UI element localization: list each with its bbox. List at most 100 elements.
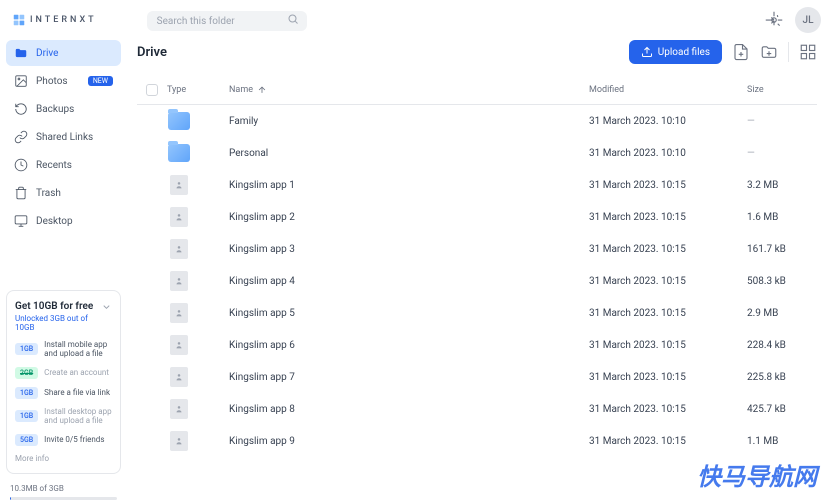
table-row[interactable]: Kingslim app 331 March 2023. 10:15161.7 … [137, 233, 817, 265]
promo-header: Get 10GB for free Unlocked 3GB out of 10… [15, 301, 112, 332]
promo-title: Get 10GB for free [15, 301, 101, 312]
task-badge: 1GB [15, 387, 38, 399]
row-size: 508.3 kB [747, 276, 817, 287]
action-bar: Upload files [629, 40, 817, 64]
row-name: Kingslim app 6 [229, 340, 589, 351]
grid-view-icon[interactable] [799, 43, 817, 61]
row-type [167, 207, 229, 227]
nav-label: Drive [36, 48, 58, 59]
table-header: Type Name Modified Size [137, 76, 817, 105]
task-text: Install desktop app and upload a file [44, 407, 112, 426]
file-icon [170, 271, 188, 291]
search-container [147, 9, 307, 32]
upload-label: Upload files [658, 47, 710, 58]
nav-label: Recents [36, 160, 72, 171]
col-size-header[interactable]: Size [747, 85, 817, 95]
file-icon [170, 399, 188, 419]
table-row[interactable]: Family31 March 2023. 10:10— [137, 105, 817, 137]
table-row[interactable]: Kingslim app 231 March 2023. 10:151.6 MB [137, 201, 817, 233]
page-title: Drive [137, 45, 167, 60]
task-text: Create an account [44, 368, 109, 378]
row-type [167, 111, 229, 131]
photo-icon [14, 74, 28, 88]
row-modified: 31 March 2023. 10:15 [589, 276, 747, 287]
task-item: 1GB Install mobile app and upload a file [15, 340, 112, 359]
file-icon [170, 367, 188, 387]
folder-icon [168, 144, 190, 162]
sidebar: Drive Photos NEW Backups Shared Links Re… [0, 40, 127, 500]
file-icon [170, 431, 188, 451]
task-badge: 5GB [15, 434, 38, 446]
trash-icon [14, 186, 28, 200]
row-name: Kingslim app 3 [229, 244, 589, 255]
task-item: 1GB Install desktop app and upload a fil… [15, 407, 112, 426]
table-row[interactable]: Kingslim app 431 March 2023. 10:15508.3 … [137, 265, 817, 297]
select-all-checkbox[interactable] [146, 84, 158, 96]
new-folder-icon[interactable] [760, 43, 778, 61]
table-row[interactable]: Kingslim app 731 March 2023. 10:15225.8 … [137, 361, 817, 393]
new-badge: NEW [88, 76, 113, 86]
promo-subtitle: Unlocked 3GB out of 10GB [15, 314, 101, 332]
row-size: 225.8 kB [747, 372, 817, 383]
chevron-down-icon[interactable] [101, 301, 112, 313]
row-type [167, 431, 229, 451]
row-size: 425.7 kB [747, 404, 817, 415]
row-type [167, 367, 229, 387]
page-header: Drive Upload files [137, 40, 817, 64]
file-icon [170, 207, 188, 227]
task-list: 1GB Install mobile app and upload a file… [15, 340, 112, 446]
divider [788, 42, 789, 62]
sort-asc-icon [257, 85, 267, 95]
col-modified-header[interactable]: Modified [589, 85, 747, 95]
task-item: 5GB Invite 0/5 friends [15, 434, 112, 446]
upload-button[interactable]: Upload files [629, 40, 722, 64]
row-modified: 31 March 2023. 10:15 [589, 308, 747, 319]
col-name-header[interactable]: Name [229, 85, 589, 95]
table-row[interactable]: Kingslim app 631 March 2023. 10:15228.4 … [137, 329, 817, 361]
task-text: Invite 0/5 friends [44, 435, 104, 445]
row-name: Kingslim app 2 [229, 212, 589, 223]
table-row[interactable]: Personal31 March 2023. 10:10— [137, 137, 817, 169]
row-modified: 31 March 2023. 10:15 [589, 436, 747, 447]
nav-shared-links[interactable]: Shared Links [6, 124, 121, 150]
row-type [167, 175, 229, 195]
file-icon [170, 239, 188, 259]
task-text: Share a file via link [44, 388, 110, 398]
nav-desktop[interactable]: Desktop [6, 208, 121, 234]
search-input[interactable] [147, 11, 307, 31]
table-row[interactable]: Kingslim app 831 March 2023. 10:15425.7 … [137, 393, 817, 425]
nav-drive[interactable]: Drive [6, 40, 121, 66]
file-icon [170, 303, 188, 323]
task-text: Install mobile app and upload a file [44, 340, 112, 359]
new-file-icon[interactable] [732, 43, 750, 61]
nav-label: Shared Links [36, 132, 93, 143]
col-name-label: Name [229, 85, 253, 95]
upload-icon [641, 46, 653, 58]
folder-icon [14, 46, 28, 60]
row-type [167, 143, 229, 163]
header-right: JL [765, 7, 821, 33]
row-name: Kingslim app 4 [229, 276, 589, 287]
row-size: 3.2 MB [747, 180, 817, 191]
row-name: Kingslim app 9 [229, 436, 589, 447]
row-type [167, 239, 229, 259]
row-modified: 31 March 2023. 10:15 [589, 244, 747, 255]
table-row[interactable]: Kingslim app 931 March 2023. 10:151.1 MB [137, 425, 817, 457]
nav-trash[interactable]: Trash [6, 180, 121, 206]
nav-photos[interactable]: Photos NEW [6, 68, 121, 94]
more-info-link[interactable]: More info [15, 454, 112, 463]
task-item: 1GB Share a file via link [15, 387, 112, 399]
user-avatar[interactable]: JL [795, 7, 821, 33]
brand-logo: INTERNXT [12, 13, 97, 27]
folder-icon [168, 112, 190, 130]
nav-backups[interactable]: Backups [6, 96, 121, 122]
settings-icon[interactable] [765, 11, 783, 29]
row-modified: 31 March 2023. 10:10 [589, 116, 747, 127]
row-size: 161.7 kB [747, 244, 817, 255]
table-row[interactable]: Kingslim app 131 March 2023. 10:153.2 MB [137, 169, 817, 201]
layout: Drive Photos NEW Backups Shared Links Re… [0, 40, 833, 500]
table-row[interactable]: Kingslim app 531 March 2023. 10:152.9 MB [137, 297, 817, 329]
col-type-header[interactable]: Type [167, 85, 229, 95]
nav-recents[interactable]: Recents [6, 152, 121, 178]
row-name: Kingslim app 8 [229, 404, 589, 415]
